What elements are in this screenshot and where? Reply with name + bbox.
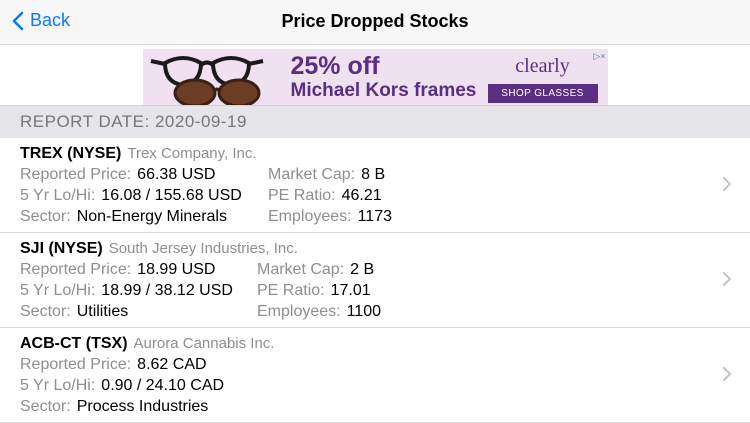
sector-value: Utilities [76, 303, 129, 320]
lohi-label: 5 Yr Lo/Hi: [20, 187, 96, 204]
ad-text: 25% off Michael Kors frames [290, 51, 477, 102]
pe-ratio-label: PE Ratio: [268, 187, 336, 204]
stock-row[interactable]: SJI (NYSE) South Jersey Industries, Inc. … [0, 233, 750, 328]
reported-price: 18.99 USD [137, 261, 216, 278]
stock-ticker: TREX (NYSE) [20, 145, 122, 162]
stock-ticker: SJI (NYSE) [20, 240, 103, 257]
lohi-label: 5 Yr Lo/Hi: [20, 282, 96, 299]
chevron-right-icon [723, 177, 731, 191]
ad-banner-container: 25% off Michael Kors frames clearly SHOP… [0, 45, 750, 105]
ad-brand-logo: clearly [515, 55, 570, 77]
sector-label: Sector: [20, 303, 71, 320]
pe-ratio: 46.21 [341, 187, 382, 204]
company-name: Aurora Cannabis Inc. [133, 335, 275, 352]
reported-price-label: Reported Price: [20, 261, 132, 278]
ad-subline: Michael Kors frames [290, 79, 477, 101]
employees-label: Employees: [257, 303, 341, 320]
employees-label: Employees: [268, 208, 352, 225]
chevron-right-icon [723, 272, 731, 286]
ad-headline: 25% off [290, 51, 380, 80]
sector-value: Non-Energy Minerals [76, 208, 227, 225]
lohi-value: 16.08 / 155.68 USD [101, 187, 242, 204]
reported-price: 8.62 CAD [137, 356, 207, 373]
market-cap: 8 B [361, 166, 386, 183]
employees-value: 1173 [357, 208, 392, 225]
reported-price-label: Reported Price: [20, 356, 132, 373]
ad-brand-block: clearly SHOP GLASSES [487, 55, 598, 103]
sector-label: Sector: [20, 208, 71, 225]
lohi-label: 5 Yr Lo/Hi: [20, 377, 96, 394]
eyeglasses-image [150, 56, 263, 105]
lohi-value: 18.99 / 38.12 USD [101, 282, 233, 299]
sector-label: Sector: [20, 398, 71, 415]
market-cap-label: Market Cap: [257, 261, 345, 278]
adchoices-icon[interactable]: ▷× [593, 51, 605, 62]
page-title: Price Dropped Stocks [281, 11, 469, 31]
lohi-value: 0.90 / 24.10 CAD [101, 377, 225, 394]
stock-row[interactable]: ACB-CT (TSX) Aurora Cannabis Inc. Reporte… [0, 328, 750, 423]
stock-row[interactable]: TREX (NYSE) Trex Company, Inc. Reported P… [0, 138, 750, 233]
company-name: Trex Company, Inc. [127, 145, 257, 162]
reported-price-label: Reported Price: [20, 166, 132, 183]
sector-value: Process Industries [76, 398, 209, 415]
chevron-right-icon [723, 367, 731, 381]
stock-ticker: ACB-CT (TSX) [20, 335, 128, 352]
shop-glasses-button[interactable]: SHOP GLASSES [487, 84, 598, 103]
navigation-bar: Back Price Dropped Stocks [0, 0, 750, 45]
employees-value: 1100 [346, 303, 381, 320]
pe-ratio: 17.01 [330, 282, 371, 299]
market-cap: 2 B [350, 261, 375, 278]
pe-ratio-label: PE Ratio: [257, 282, 325, 299]
reported-price: 66.38 USD [137, 166, 216, 183]
company-name: South Jersey Industries, Inc. [108, 240, 298, 257]
ad-banner[interactable]: 25% off Michael Kors frames clearly SHOP… [142, 49, 608, 105]
market-cap-label: Market Cap: [268, 166, 356, 183]
report-date-header: REPORT DATE: 2020-09-19 [0, 105, 750, 138]
